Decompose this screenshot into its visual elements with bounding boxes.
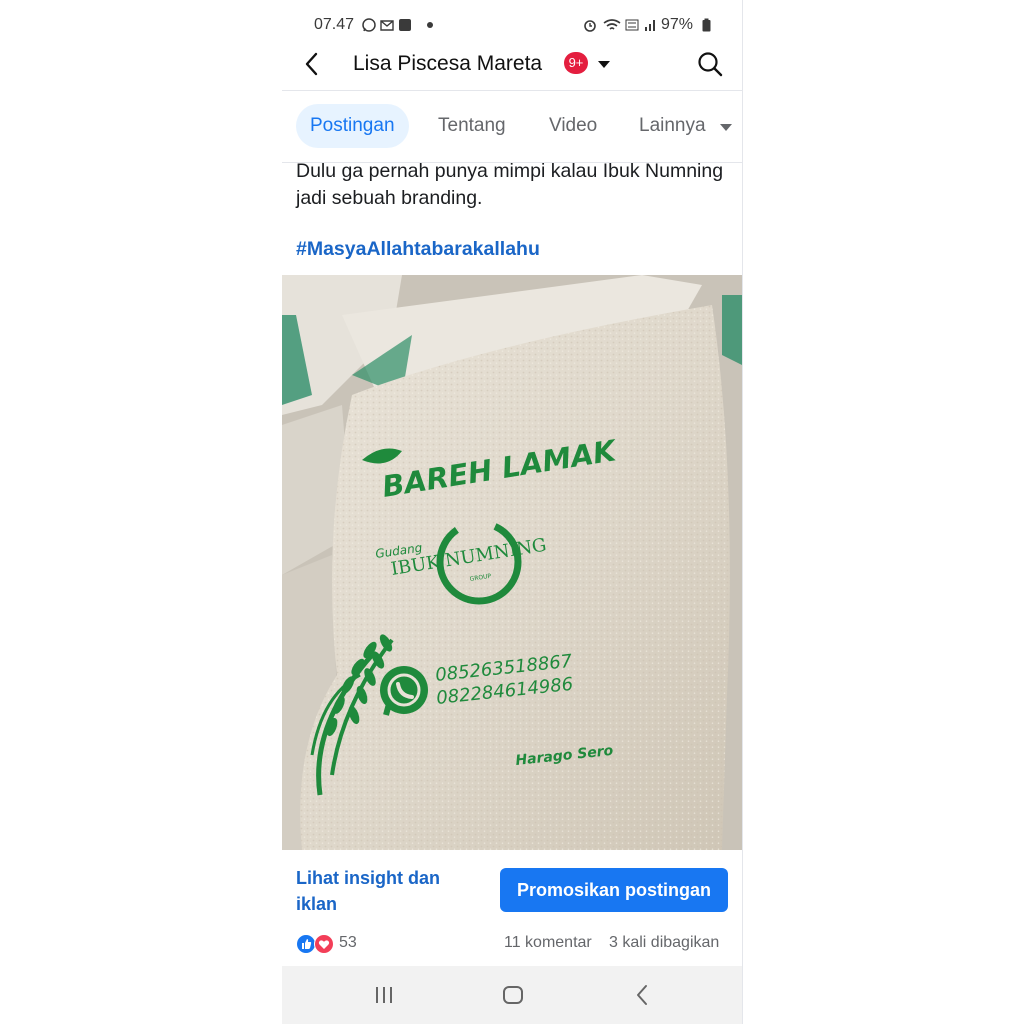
chevron-down-icon[interactable] [598,61,610,68]
reaction-count: 53 [339,934,357,951]
alarm-status-icon [584,20,596,32]
post-text: Dulu ga pernah punya mimpi kalau Ibuk Nu… [296,160,724,209]
profile-header: Lisa Piscesa Mareta 9+ [282,42,742,88]
status-time: 07.47 [314,16,355,33]
tab-posts[interactable]: Postingan [296,104,409,148]
comment-count[interactable]: 11 komentar [504,934,592,952]
home-icon[interactable] [498,980,528,1010]
back-icon[interactable] [627,980,657,1010]
app-status-icon [399,19,411,31]
whatsapp-status-icon [362,18,376,32]
volte-status-icon [625,19,639,31]
header-divider [282,90,742,91]
notification-badge[interactable]: 9+ [564,52,588,74]
phone-screen: 07.47 97% Lisa Piscesa Mareta 9+ Posting… [282,0,743,1024]
chevron-down-icon[interactable] [720,124,732,131]
recent-apps-icon[interactable] [369,980,399,1010]
tab-more[interactable]: Lainnya [639,104,706,148]
profile-tabs: Postingan Tentang Video Lainnya [282,104,742,150]
tab-about[interactable]: Tentang [438,104,506,148]
wifi-status-icon [603,19,621,30]
dot-status-icon [427,22,433,28]
share-count[interactable]: 3 kali dibagikan [609,934,719,952]
signal-status-icon [645,20,655,31]
love-icon [314,934,334,954]
insight-link[interactable]: Lihat insight dan iklan [296,865,471,917]
tab-video[interactable]: Video [549,104,597,148]
system-nav-bar [282,966,742,1024]
search-icon[interactable] [696,50,724,78]
profile-name[interactable]: Lisa Piscesa Mareta [353,52,542,76]
post-hashtag[interactable]: #MasyaAllahtabarakallahu [296,238,540,261]
promote-post-button[interactable]: Promosikan postingan [500,868,728,912]
like-icon [296,934,316,954]
back-arrow-icon[interactable] [298,50,326,78]
rice-sack-photo: BAREH LAMAK Gudang IBUK NUMNING GROUP 08… [282,275,742,850]
gmail-status-icon [380,20,394,31]
battery-level: 97% [661,16,694,33]
post-photo[interactable]: BAREH LAMAK Gudang IBUK NUMNING GROUP 08… [282,275,742,850]
battery-icon [702,18,711,32]
